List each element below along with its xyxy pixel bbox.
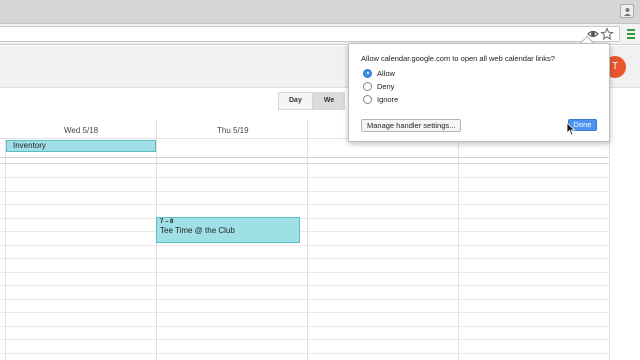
star-icon[interactable] <box>600 27 614 41</box>
allday-event[interactable]: Inventory <box>6 140 156 152</box>
column-divider <box>5 138 6 360</box>
popup-message: Allow calendar.google.com to open all we… <box>361 54 555 63</box>
radio-label: Allow <box>377 68 395 78</box>
time-grid <box>0 163 610 360</box>
day-header-thu: Thu 5/19 <box>217 126 249 135</box>
window-titlebar <box>0 0 640 24</box>
radio-deny[interactable]: Deny <box>363 81 395 91</box>
person-icon <box>624 8 631 16</box>
column-divider <box>307 120 308 360</box>
radio-ignore[interactable]: Ignore <box>363 94 398 104</box>
radio-label: Deny <box>377 81 395 91</box>
view-switcher: Day We <box>278 92 346 110</box>
column-divider <box>458 120 459 360</box>
day-header-wed: Wed 5/18 <box>64 126 99 135</box>
radio-button[interactable] <box>363 81 372 91</box>
view-day-button[interactable]: Day <box>278 92 313 110</box>
event-title: Tee Time @ the Club <box>160 226 235 235</box>
hamburger-menu-icon[interactable] <box>626 27 636 41</box>
radio-label: Ignore <box>377 94 399 104</box>
radio-allow[interactable]: Allow <box>363 68 395 78</box>
mouse-cursor-icon <box>566 122 576 136</box>
manage-handler-settings-button[interactable]: Manage handler settings... <box>361 119 462 132</box>
timed-event[interactable]: 7 – 8 Tee Time @ the Club <box>156 217 300 243</box>
omnibox[interactable] <box>0 26 620 42</box>
event-time: 7 – 8 <box>160 219 174 225</box>
column-divider <box>609 120 610 360</box>
browser-toolbar <box>0 24 640 45</box>
radio-button[interactable] <box>363 68 372 78</box>
profile-button[interactable] <box>620 4 634 18</box>
radio-button[interactable] <box>363 94 372 104</box>
view-week-button[interactable]: We <box>312 92 346 110</box>
